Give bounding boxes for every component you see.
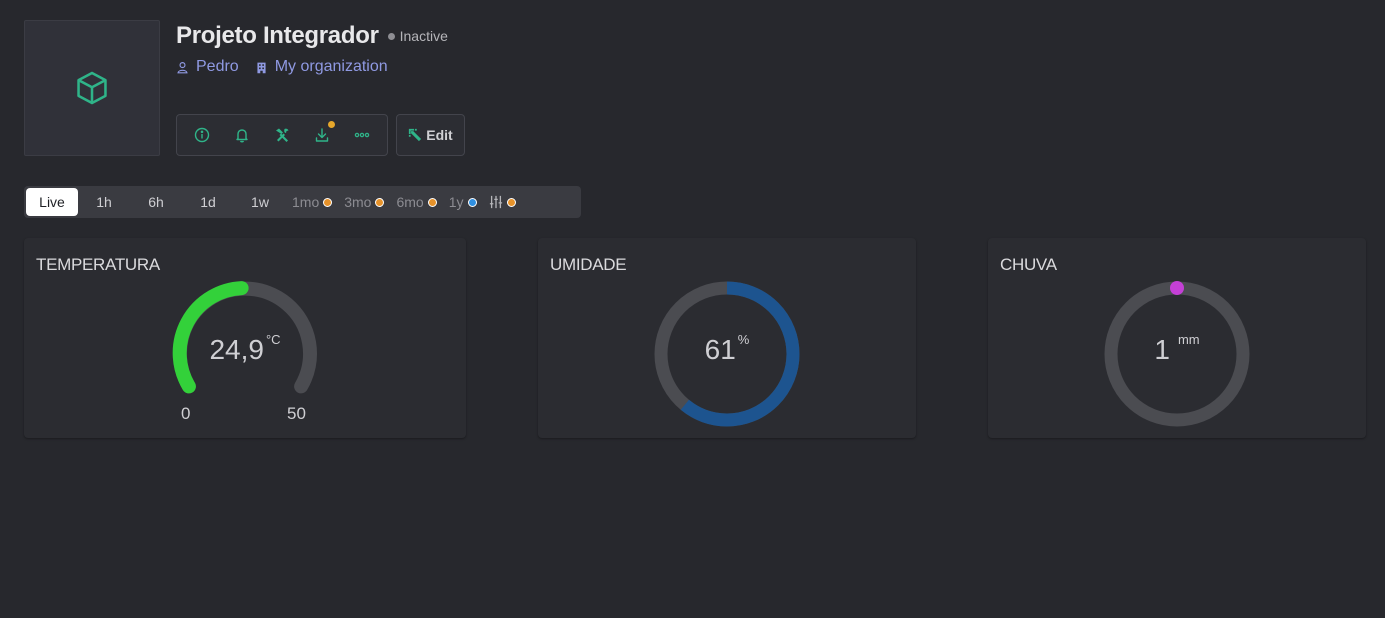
range-1h[interactable]: 1h <box>78 188 130 216</box>
organization-link[interactable]: My organization <box>255 58 388 76</box>
widget-chuva: CHUVA 1 mm <box>988 238 1366 438</box>
gauge-value: 1 mm <box>1101 332 1253 366</box>
cube-icon <box>77 71 107 105</box>
tools-icon <box>276 128 289 142</box>
gauge-value: 24,9 °C <box>169 332 321 366</box>
range-6h[interactable]: 6h <box>130 188 182 216</box>
range-custom-button[interactable] <box>483 188 522 216</box>
range-1d-label: 1d <box>200 194 216 210</box>
range-3mo[interactable]: 3mo <box>338 188 390 216</box>
organization-name: My organization <box>274 58 388 75</box>
info-button[interactable] <box>182 115 222 155</box>
gauge-min-label: 0 <box>181 404 191 423</box>
action-toolbar <box>176 114 388 156</box>
premium-badge <box>323 197 333 207</box>
premium-badge <box>427 197 437 207</box>
range-1mo-label: 1mo <box>292 194 320 210</box>
value-unit: °C <box>265 332 281 347</box>
value-text: 24,9 <box>209 334 264 365</box>
more-button[interactable] <box>342 115 382 155</box>
page-title: Projeto Integrador <box>176 22 379 49</box>
range-6mo-label: 6mo <box>396 194 424 210</box>
value-text: 61 <box>704 334 736 365</box>
range-1d[interactable]: 1d <box>182 188 234 216</box>
premium-badge <box>506 197 516 207</box>
widget-umidade: UMIDADE 61% <box>538 238 916 438</box>
range-6mo[interactable]: 6mo <box>390 188 442 216</box>
premium-badge <box>467 197 477 207</box>
status-badge: Inactive <box>387 28 448 44</box>
range-1y[interactable]: 1y <box>443 188 483 216</box>
humidity-gauge: 61% <box>651 278 803 430</box>
gauge-max-label: 50 <box>287 404 306 423</box>
tools-button[interactable] <box>262 115 302 155</box>
value-unit: mm <box>1177 332 1200 347</box>
time-range-selector: Live 1h 6h 1d 1w 1mo 3mo 6mo 1y <box>24 186 581 218</box>
range-1w-label: 1w <box>251 194 269 210</box>
range-1h-label: 1h <box>96 194 112 210</box>
range-6h-label: 6h <box>148 194 164 210</box>
user-icon <box>177 61 188 73</box>
edit-label: Edit <box>426 127 453 143</box>
gauge-value: 61% <box>651 332 803 366</box>
range-live-label: Live <box>39 194 65 210</box>
range-3mo-label: 3mo <box>344 194 372 210</box>
edit-button[interactable]: Edit <box>396 114 465 156</box>
download-button[interactable] <box>302 115 342 155</box>
widget-title: CHUVA <box>1000 255 1057 274</box>
info-icon <box>194 127 210 143</box>
status-dot <box>387 32 395 40</box>
value-text: 1 <box>1154 334 1170 365</box>
range-1w[interactable]: 1w <box>234 188 286 216</box>
device-thumbnail <box>24 20 160 156</box>
bell-icon <box>236 129 248 143</box>
widget-title: TEMPERATURA <box>36 255 160 274</box>
widget-title: UMIDADE <box>550 255 627 274</box>
building-icon <box>257 62 266 73</box>
download-icon <box>315 128 329 142</box>
premium-badge <box>375 197 385 207</box>
owner-link[interactable]: Pedro <box>176 58 239 76</box>
range-1y-label: 1y <box>448 194 464 210</box>
rain-gauge: 1 mm <box>1101 278 1253 430</box>
range-live[interactable]: Live <box>26 188 78 216</box>
value-unit: % <box>737 332 750 347</box>
edit-icon <box>409 128 422 142</box>
sliders-icon <box>489 195 502 209</box>
owner-name: Pedro <box>196 58 239 75</box>
range-1mo[interactable]: 1mo <box>286 188 338 216</box>
download-notification-dot <box>328 121 335 128</box>
more-icon <box>354 132 370 138</box>
status-text: Inactive <box>399 28 448 44</box>
widget-temperatura: TEMPERATURA 24,9 °C 0 50 <box>24 238 466 438</box>
alerts-button[interactable] <box>222 115 262 155</box>
